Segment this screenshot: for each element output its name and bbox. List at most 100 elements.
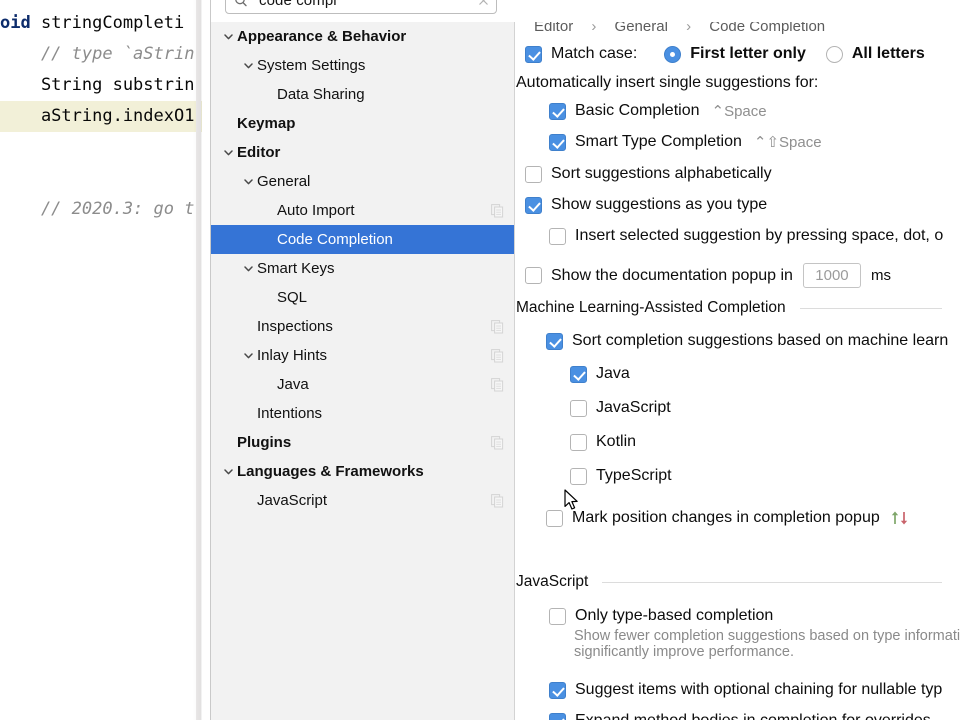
sidebar-item-appearance-behavior[interactable]: Appearance & Behavior <box>211 22 514 51</box>
sidebar-item-inlay-hints[interactable]: Inlay Hints <box>211 341 514 370</box>
copy-settings-icon[interactable] <box>491 493 504 508</box>
expand-method-bodies-row[interactable]: Expand method bodies in completion for o… <box>549 712 931 720</box>
chevron-down-icon[interactable] <box>219 31 237 42</box>
basic-completion-row[interactable]: Basic Completion ⌃Space <box>549 102 767 120</box>
sidebar-item-intentions[interactable]: Intentions <box>211 399 514 428</box>
sidebar-item-editor[interactable]: Editor <box>211 138 514 167</box>
ml-sort-row[interactable]: Sort completion suggestions based on mac… <box>546 332 948 350</box>
settings-search[interactable]: code compl <box>225 0 497 14</box>
sidebar-item-label: System Settings <box>257 57 366 74</box>
code-line[interactable]: String substrin <box>0 70 195 101</box>
chevron-down-icon[interactable] <box>219 147 237 158</box>
copy-settings-icon <box>491 407 504 421</box>
chevron-down-icon[interactable] <box>239 263 257 274</box>
match-case-checkbox[interactable] <box>525 45 542 63</box>
sidebar-item-auto-import[interactable]: Auto Import <box>211 196 514 225</box>
sidebar-item-label: Data Sharing <box>277 86 365 103</box>
ml-language-row[interactable]: Java <box>570 365 630 383</box>
sort-alphabetically-checkbox[interactable] <box>525 165 542 183</box>
tree-list[interactable]: Appearance & Behavior System Settings Data… <box>211 22 514 515</box>
sidebar-item-smart-keys[interactable]: Smart Keys <box>211 254 514 283</box>
doc-popup-checkbox[interactable] <box>525 267 542 284</box>
doc-popup-delay-input[interactable]: 1000 <box>802 263 861 288</box>
sidebar-item-label: Languages & Frameworks <box>237 463 424 480</box>
all-letters-option[interactable]: All letters <box>825 45 925 63</box>
ml-language-row[interactable]: TypeScript <box>570 467 672 485</box>
ml-language-row[interactable]: JavaScript <box>570 399 671 417</box>
code-token: // 2020.3: go t <box>0 199 195 219</box>
copy-settings-icon[interactable] <box>491 377 504 392</box>
copy-settings-icon[interactable] <box>491 435 504 450</box>
sidebar-item-label: Java <box>277 376 309 393</box>
close-icon[interactable] <box>477 0 490 7</box>
js-section-header: JavaScript <box>516 573 942 591</box>
ml-language-checkbox[interactable] <box>570 467 587 485</box>
ml-sort-checkbox[interactable] <box>546 332 563 350</box>
chevron-down-icon[interactable] <box>239 176 257 187</box>
chevron-down-icon[interactable] <box>219 466 237 477</box>
sidebar-item-java[interactable]: Java <box>211 370 514 399</box>
match-case-row[interactable]: Match case: First letter only All letter… <box>525 45 925 63</box>
sidebar-item-data-sharing[interactable]: Data Sharing <box>211 80 514 109</box>
sidebar-item-label: Auto Import <box>277 202 355 219</box>
sidebar-item-system-settings[interactable]: System Settings <box>211 51 514 80</box>
sidebar-item-sql[interactable]: SQL <box>211 283 514 312</box>
sidebar-item-label: Plugins <box>237 434 292 451</box>
sidebar-item-javascript[interactable]: JavaScript <box>211 486 514 515</box>
dialog-drop-shadow <box>193 0 202 720</box>
doc-popup-label: Show the documentation popup in <box>551 266 793 284</box>
chevron-down-icon[interactable] <box>239 350 257 361</box>
ml-language-label: Java <box>596 365 630 382</box>
ml-language-checkbox[interactable] <box>570 399 587 417</box>
doc-popup-row[interactable]: Show the documentation popup in 1000 ms <box>525 263 891 288</box>
breadcrumb-part-1[interactable]: Editor <box>534 22 573 35</box>
sort-alphabetically-row[interactable]: Sort suggestions alphabetically <box>525 165 772 183</box>
search-input[interactable]: code compl <box>259 0 477 9</box>
ml-section-rule <box>799 307 942 309</box>
insert-by-space-checkbox[interactable] <box>549 227 566 245</box>
code-line[interactable]: // 2020.3: go t <box>0 194 195 225</box>
insert-by-space-row[interactable]: Insert selected suggestion by pressing s… <box>549 227 943 245</box>
only-type-based-description: Show fewer completion suggestions based … <box>574 628 960 660</box>
copy-settings-icon <box>491 262 504 276</box>
only-type-based-row[interactable]: Only type-based completion <box>549 607 773 625</box>
breadcrumb-part-2[interactable]: General <box>615 22 668 35</box>
ml-language-checkbox[interactable] <box>570 365 587 383</box>
sidebar-item-languages-frameworks[interactable]: Languages & Frameworks <box>211 457 514 486</box>
copy-settings-icon[interactable] <box>491 203 504 218</box>
mark-position-row[interactable]: Mark position changes in completion popu… <box>546 509 912 527</box>
auto-insert-header-label: Automatically insert single suggestions … <box>516 74 819 91</box>
ml-language-row[interactable]: Kotlin <box>570 433 636 451</box>
code-line[interactable]: oid stringCompleti <box>0 8 184 39</box>
sidebar-item-keymap[interactable]: Keymap <box>211 109 514 138</box>
sidebar-item-label: Code Completion <box>277 231 393 248</box>
smart-type-completion-checkbox[interactable] <box>549 133 566 151</box>
sidebar-item-code-completion[interactable]: Code Completion <box>211 225 514 254</box>
basic-completion-checkbox[interactable] <box>549 102 566 120</box>
mark-position-checkbox[interactable] <box>546 509 563 527</box>
smart-type-completion-row[interactable]: Smart Type Completion ⌃⇧Space <box>549 133 822 151</box>
search-box[interactable]: code compl <box>225 0 497 14</box>
optional-chaining-row[interactable]: Suggest items with optional chaining for… <box>549 681 942 699</box>
all-letters-radio[interactable] <box>825 45 843 63</box>
show-as-you-type-row[interactable]: Show suggestions as you type <box>525 196 767 214</box>
code-line[interactable]: aString.indexO1 <box>0 101 195 132</box>
copy-settings-icon[interactable] <box>491 348 504 363</box>
first-letter-only-radio[interactable] <box>664 45 682 63</box>
search-icon[interactable] <box>234 0 251 8</box>
sidebar-item-general[interactable]: General <box>211 167 514 196</box>
settings-tree[interactable]: Appearance & Behavior System Settings Data… <box>211 22 515 720</box>
show-as-you-type-checkbox[interactable] <box>525 196 542 214</box>
sidebar-item-plugins[interactable]: Plugins <box>211 428 514 457</box>
sidebar-item-label: SQL <box>277 289 308 306</box>
copy-settings-icon[interactable] <box>491 319 504 334</box>
ml-language-checkbox[interactable] <box>570 433 587 451</box>
optional-chaining-checkbox[interactable] <box>549 681 566 699</box>
chevron-down-icon[interactable] <box>239 60 257 71</box>
sidebar-item-inspections[interactable]: Inspections <box>211 312 514 341</box>
code-line[interactable]: // type `aStrin <box>0 39 195 70</box>
only-type-based-checkbox[interactable] <box>549 607 566 625</box>
expand-method-bodies-checkbox[interactable] <box>549 712 566 720</box>
first-letter-only-option[interactable]: First letter only <box>664 45 806 63</box>
code-editor[interactable]: oid stringCompleti // type `aStrin Strin… <box>0 0 202 720</box>
